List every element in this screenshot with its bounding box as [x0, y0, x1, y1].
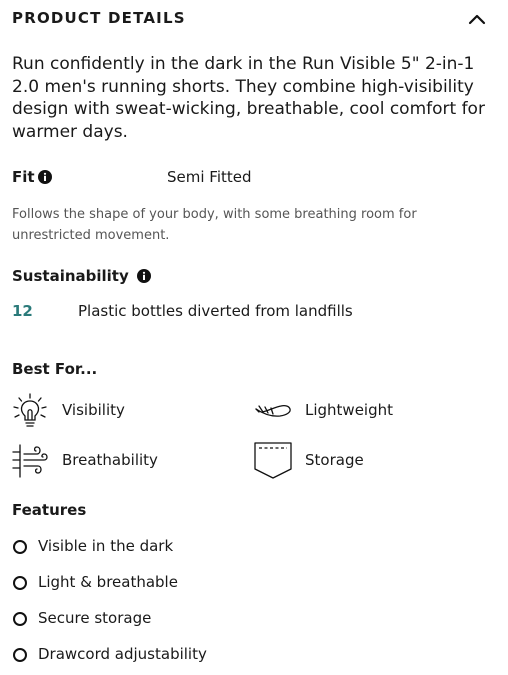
best-for-breathability-label: Breathability	[62, 451, 158, 469]
pocket-icon	[254, 442, 292, 479]
best-for-storage-label: Storage	[305, 451, 364, 469]
product-description: Run confidently in the dark in the Run V…	[12, 54, 485, 142]
chevron-up-icon[interactable]	[466, 8, 488, 30]
info-icon[interactable]	[137, 269, 151, 283]
fit-description: Follows the shape of your body, with som…	[12, 207, 417, 243]
circle-icon	[13, 540, 27, 554]
best-for-heading: Best For...	[12, 360, 98, 378]
section-title: PRODUCT DETAILS	[12, 9, 186, 27]
circle-icon	[13, 612, 27, 626]
sustainability-text: Plastic bottles diverted from landfills	[78, 302, 353, 320]
fit-label: Fit	[12, 168, 35, 186]
sustainability-heading: Sustainability	[12, 267, 151, 285]
feature-text: Drawcord adjustability	[38, 645, 207, 663]
wind-icon	[12, 444, 48, 478]
features-heading: Features	[12, 501, 87, 519]
circle-icon	[13, 576, 27, 590]
feature-text: Visible in the dark	[38, 537, 174, 555]
fit-value: Semi Fitted	[167, 168, 252, 186]
best-for-lightweight-label: Lightweight	[305, 401, 394, 419]
best-for-visibility-label: Visibility	[62, 401, 125, 419]
feather-icon	[255, 404, 291, 417]
lightbulb-icon	[13, 393, 47, 427]
feature-text: Light & breathable	[38, 573, 178, 591]
sustainability-label: Sustainability	[12, 267, 129, 285]
feature-text: Secure storage	[38, 609, 152, 627]
sustainability-count: 12	[12, 302, 33, 320]
fit-heading: Fit	[12, 168, 52, 186]
info-icon[interactable]	[37, 170, 52, 184]
circle-icon	[13, 648, 27, 662]
